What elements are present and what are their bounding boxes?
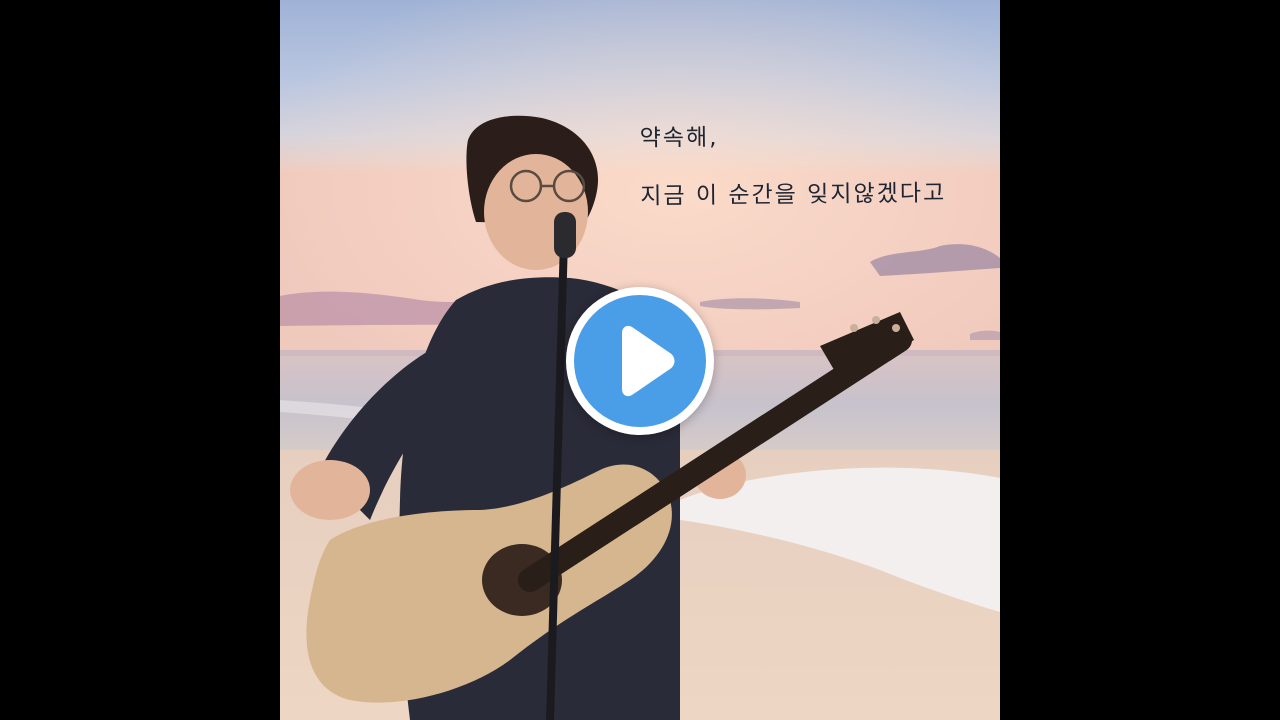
- caption-line-2: 지금 이 순간을 잊지않겠다고: [640, 180, 947, 210]
- player-stage: 약속해, 지금 이 순간을 잊지않겠다고: [0, 0, 1280, 720]
- lyric-caption: 약속해, 지금 이 순간을 잊지않겠다고: [639, 106, 947, 225]
- caption-line-1: 약속해,: [639, 124, 719, 152]
- video-frame[interactable]: 약속해, 지금 이 순간을 잊지않겠다고: [280, 0, 1000, 720]
- play-button[interactable]: [566, 287, 714, 435]
- play-icon: [622, 325, 675, 397]
